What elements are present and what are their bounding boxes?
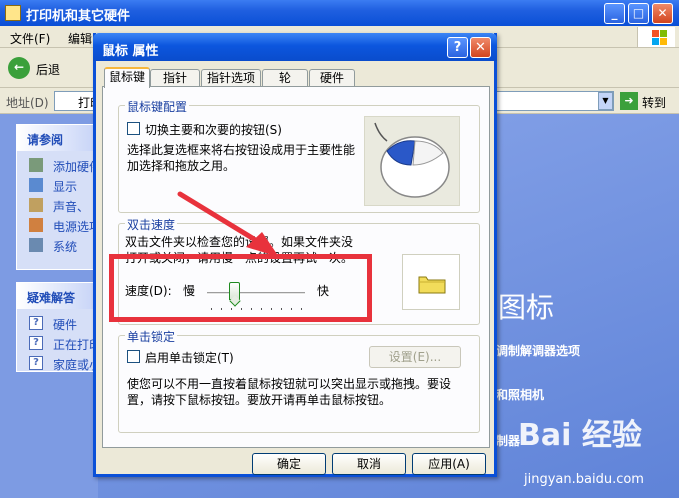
menu-edit[interactable]: 编辑 — [68, 30, 92, 47]
modem-options-link[interactable]: 调制解调器选项 — [496, 342, 580, 359]
click-lock-settings-button[interactable]: 设置(E)... — [369, 346, 461, 368]
watermark-logo: Bai 经验 — [518, 418, 642, 453]
back-arrow-icon[interactable]: ← — [8, 57, 30, 79]
dialog-close-button[interactable]: ✕ — [470, 37, 491, 58]
close-button[interactable]: ✕ — [652, 3, 673, 24]
see-also-item[interactable]: 电源选项 — [17, 215, 97, 235]
dialog-title-bar: 鼠标 属性 ? ✕ — [93, 33, 497, 61]
click-lock-label[interactable]: 启用单击锁定(T) — [145, 349, 234, 366]
see-also-item[interactable]: 添加硬件 — [17, 155, 97, 175]
help-icon: ? — [29, 356, 43, 370]
system-icon — [29, 238, 43, 252]
camera-link[interactable]: 和照相机 — [496, 386, 544, 403]
tab-pointers[interactable]: 指针 — [150, 69, 200, 87]
display-icon — [29, 178, 43, 192]
button-config-title: 鼠标键配置 — [125, 98, 190, 115]
dialog-title: 鼠标 属性 — [102, 44, 159, 59]
help-icon: ? — [29, 336, 43, 350]
sound-icon — [29, 198, 43, 212]
tab-pointer-options[interactable]: 指针选项 — [201, 69, 261, 87]
tab-hardware[interactable]: 硬件 — [309, 69, 355, 87]
troubleshoot-panel: 疑难解答 ? 硬件 ? 正在打印 ? 家庭或小 — [16, 282, 98, 372]
go-arrow-icon[interactable]: ➜ — [620, 92, 638, 110]
see-also-item[interactable]: 显示 — [17, 175, 97, 195]
click-lock-group: 单击锁定 启用单击锁定(T) 设置(E)... 使您可以不用一直按着鼠标按钮就可… — [118, 328, 480, 433]
click-lock-checkbox[interactable] — [127, 350, 140, 363]
add-hardware-icon — [29, 158, 43, 172]
back-button-label[interactable]: 后退 — [36, 61, 60, 78]
printer-folder-icon — [5, 5, 21, 21]
troubleshoot-title: 疑难解答 — [17, 283, 97, 309]
troubleshoot-item[interactable]: ? 硬件 — [17, 313, 97, 333]
double-click-title: 双击速度 — [125, 216, 178, 233]
swap-buttons-description: 选择此复选框来将右按钮设成用于主要性能加选择和拖放之用。 — [127, 143, 356, 173]
maximize-button[interactable]: □ — [628, 3, 649, 24]
go-button-label[interactable]: 转到 — [642, 94, 666, 111]
pick-icon-heading: 图标 — [498, 291, 555, 324]
watermark-url: jingyan.baidu.com — [524, 472, 644, 487]
highlight-box — [109, 254, 372, 322]
troubleshoot-item[interactable]: ? 正在打印 — [17, 333, 97, 353]
controller-link[interactable]: 制器 — [496, 432, 520, 449]
help-icon: ? — [29, 316, 43, 330]
see-also-item[interactable]: 系统 — [17, 235, 97, 255]
click-lock-description: 使您可以不用一直按着鼠标按钮就可以突出显示或拖拽。要设置，请按下鼠标按钮。要放开… — [127, 377, 452, 407]
click-lock-title: 单击锁定 — [125, 328, 178, 345]
menu-file[interactable]: 文件(F) — [10, 30, 50, 47]
see-also-panel: 请参阅 添加硬件 显示 声音、 电源选项 系统 — [16, 124, 98, 270]
ok-button[interactable]: 确定 — [252, 453, 326, 475]
power-icon — [29, 218, 43, 232]
tab-wheel[interactable]: 轮 — [262, 69, 308, 87]
windows-logo-icon — [637, 27, 675, 47]
test-folder-icon[interactable] — [402, 254, 460, 310]
task-pane: 请参阅 添加硬件 显示 声音、 电源选项 系统 疑难解答 ? 硬件 ? 正在打印 ?… — [0, 114, 98, 498]
address-dropdown-icon[interactable]: ▼ — [598, 92, 613, 110]
minimize-button[interactable]: _ — [604, 3, 625, 24]
cancel-button[interactable]: 取消 — [332, 453, 406, 475]
mouse-illustration-icon — [364, 116, 460, 206]
tab-buttons[interactable]: 鼠标键 — [104, 67, 150, 88]
explorer-title-bar: 打印机和其它硬件 _ □ ✕ — [0, 0, 679, 26]
see-also-item[interactable]: 声音、 — [17, 195, 97, 215]
address-label: 地址(D) — [6, 96, 49, 110]
button-config-group: 鼠标键配置 切换主要和次要的按钮(S) 选择此复选框来将右按钮设成用于主要性能加… — [118, 98, 480, 213]
swap-buttons-checkbox[interactable] — [127, 122, 140, 135]
help-button[interactable]: ? — [447, 37, 468, 58]
troubleshoot-item[interactable]: ? 家庭或小 — [17, 353, 97, 373]
swap-buttons-label[interactable]: 切换主要和次要的按钮(S) — [145, 121, 282, 138]
apply-button[interactable]: 应用(A) — [412, 453, 486, 475]
see-also-title: 请参阅 — [17, 125, 97, 151]
explorer-title: 打印机和其它硬件 — [26, 9, 131, 24]
